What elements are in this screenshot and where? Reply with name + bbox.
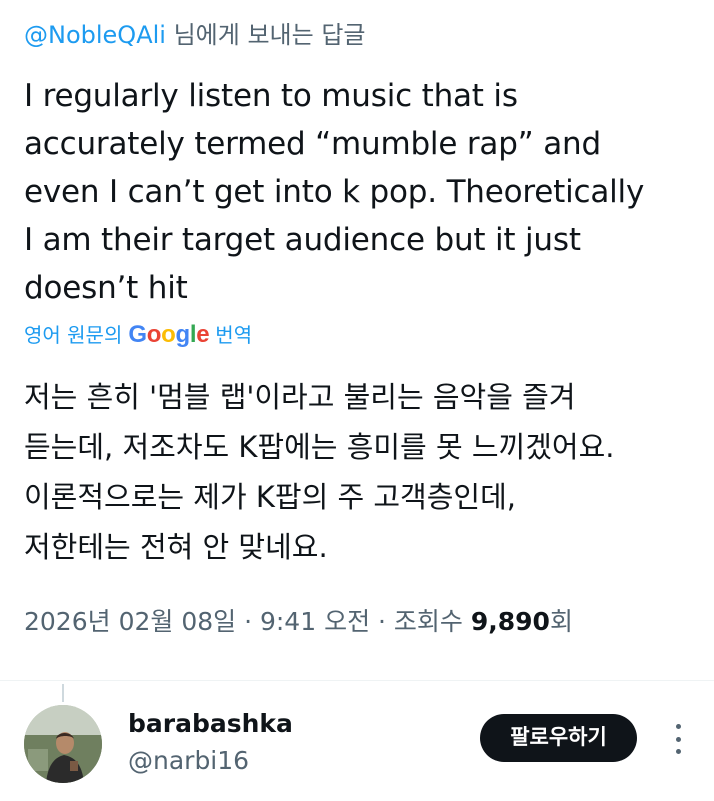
avatar[interactable] [24, 705, 102, 783]
tweet-text-line: I regularly listen to music that is [24, 78, 518, 114]
views-count: 9,890 [470, 607, 550, 636]
reply-to-line: @NobleQAli 님에게 보내는 답글 [24, 18, 365, 52]
tweet-text-line: doesn’t hit [24, 270, 188, 306]
tweet-meta: 2026년 02월 08일 · 9:41 오전 · 조회수 9,890회 [24, 602, 573, 642]
divider [0, 680, 714, 681]
user-display-name[interactable]: barabashka [128, 708, 293, 740]
translated-text-line: 이론적으로는 제가 K팝의 주 고객층인데, [24, 480, 516, 514]
tweet-text: I regularly listen to music that is accu… [24, 72, 694, 312]
translation-from-label: 영어 원문의 [24, 323, 123, 347]
translated-text-line: 저는 흔히 '멈블 랩'이라고 불리는 음악을 즐겨 [24, 380, 576, 414]
tweet-detail-page: @NobleQAli 님에게 보내는 답글 I regularly listen… [0, 0, 714, 801]
translated-text-line: 듣는데, 저조차도 K팝에는 흥미를 못 느끼겠어요. [24, 430, 615, 464]
tweet-timestamp[interactable]: 2026년 02월 08일 · 9:41 오전 · 조회수 [24, 607, 471, 636]
thread-connector-line [62, 684, 64, 702]
translation-attribution[interactable]: 영어 원문의 Google 번역 [24, 318, 252, 352]
tweet-text-line: I am their target audience but it just [24, 222, 581, 258]
follow-button[interactable]: 팔로우하기 [480, 714, 637, 762]
dot [675, 736, 681, 742]
views-suffix: 회 [549, 607, 573, 636]
dot [675, 749, 681, 754]
avatar-photo [24, 705, 102, 783]
tweet-text-line: even I can’t get into k pop. Theoretical… [24, 174, 645, 210]
translated-text: 저는 흔히 '멈블 랩'이라고 불리는 음악을 즐겨 듣는데, 저조차도 K팝에… [24, 372, 694, 572]
reply-to-suffix: 님에게 보내는 답글 [165, 21, 366, 49]
more-vertical-icon[interactable] [668, 724, 688, 754]
dot [675, 724, 681, 729]
tweet-text-line: accurately termed “mumble rap” and [24, 126, 601, 162]
translated-text-line: 저한테는 전혀 안 맞네요. [24, 530, 328, 564]
google-logo: Google [128, 321, 210, 348]
user-handle[interactable]: @narbi16 [128, 745, 249, 777]
translation-label: 번역 [215, 323, 253, 347]
reply-to-handle-link[interactable]: @NobleQAli [24, 21, 166, 49]
